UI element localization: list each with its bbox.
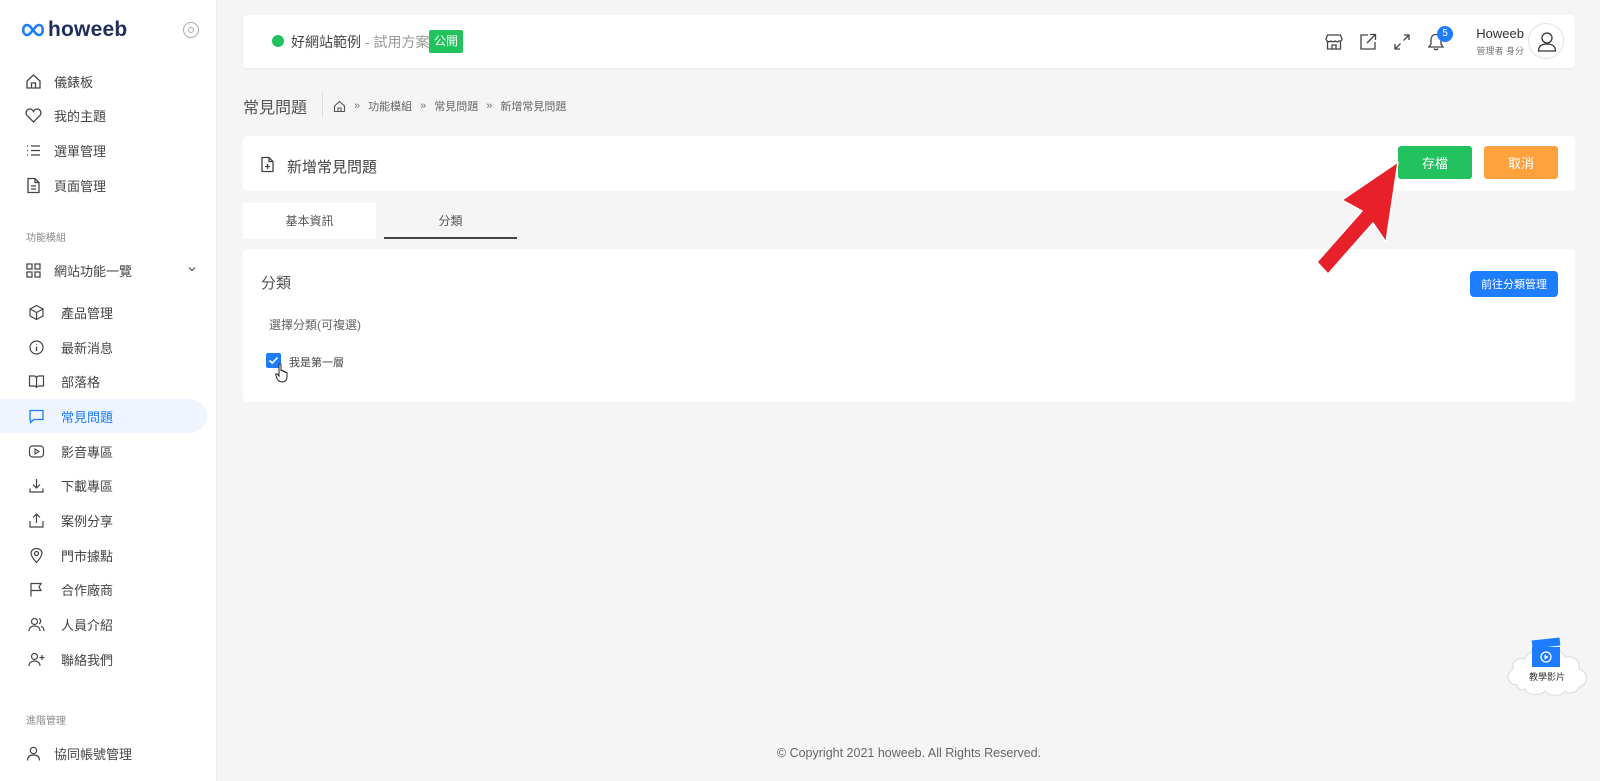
cloud-video-icon [1507, 637, 1588, 697]
home-icon [26, 74, 41, 89]
external-link-icon[interactable] [1358, 32, 1378, 52]
site-name-text: 好網站範例 [291, 34, 361, 50]
sidebar-item-label: 聯絡我們 [61, 652, 114, 668]
sidebar-item-label: 產品管理 [61, 305, 114, 321]
sidebar-item-dashboard[interactable]: 儀錶板 [0, 64, 207, 98]
brand-logo[interactable]: howeeb [21, 18, 127, 42]
sidebar-collapse-button[interactable] [183, 22, 199, 38]
sidebar-item-faq[interactable]: 常見問題 [0, 399, 207, 433]
category-select-label: 選擇分類(可複選) [269, 318, 361, 332]
section-title-advanced: 進階管理 [26, 716, 66, 727]
sidebar-item-label: 合作廠商 [61, 582, 114, 598]
goto-category-management-button[interactable]: 前往分類管理 [1470, 271, 1558, 297]
category-title: 分類 [261, 275, 292, 292]
sidebar-item-news[interactable]: 最新消息 [0, 330, 207, 364]
users-icon [28, 617, 45, 632]
sidebar-item-label: 常見問題 [61, 409, 114, 425]
sidebar-item-label: 案例分享 [61, 513, 114, 529]
sidebar-item-downloads[interactable]: 下載專區 [0, 468, 207, 502]
info-icon [29, 340, 44, 355]
avatar[interactable] [1528, 23, 1564, 59]
red-arrow-annotation-icon [1316, 161, 1399, 275]
breadcrumb-separator: » [420, 100, 427, 112]
user-role: 管理者 身分 [1476, 46, 1524, 56]
top-bar: 好網站範例 - 試用方案 公開 5 Howeeb 管理者 身分 [243, 15, 1575, 68]
sidebar-item-label: 選單管理 [54, 143, 107, 159]
brand-name: howeeb [48, 18, 128, 41]
user-icon [26, 746, 41, 761]
sidebar-item-cases[interactable]: 案例分享 [0, 503, 207, 537]
footer-copyright: © Copyright 2021 howeeb. All Rights Rese… [776, 746, 1042, 760]
site-plan-text: - 試用方案 [361, 34, 430, 50]
sidebar-item-collaborators[interactable]: 協同帳號管理 [0, 736, 207, 770]
sidebar-item-label: 儀錶板 [54, 74, 94, 90]
user-name: Howeeb [1476, 26, 1524, 41]
video-icon [28, 445, 45, 458]
fullscreen-icon[interactable] [1392, 32, 1412, 52]
sidebar-item-menus[interactable]: 選單管理 [0, 133, 207, 167]
sidebar-item-label: 門市據點 [61, 548, 114, 564]
sidebar-item-label: 協同帳號管理 [54, 746, 133, 762]
sidebar-item-videos[interactable]: 影音專區 [0, 434, 207, 468]
breadcrumb-item-modules[interactable]: 功能模組 [368, 98, 412, 114]
breadcrumb-separator: » [486, 100, 493, 112]
store-icon[interactable] [1324, 32, 1344, 52]
sidebar: howeeb 儀錶板 我的主題 選單管理 頁面管理 功能模組 網站功能一覽 產品… [0, 0, 217, 781]
book-icon [28, 375, 45, 389]
public-status-badge: 公開 [429, 30, 464, 53]
breadcrumb-separator: » [354, 100, 361, 112]
infinity-logo-icon [21, 23, 45, 37]
tab-basic-info[interactable]: 基本資訊 [243, 203, 376, 239]
sidebar-item-contact[interactable]: 聯絡我們 [0, 642, 207, 676]
sidebar-item-label: 頁面管理 [54, 178, 107, 194]
section-title-modules: 功能模組 [26, 233, 66, 244]
sidebar-group-features[interactable]: 網站功能一覽 [0, 253, 207, 287]
tutorial-video-label: 教學影片 [1528, 672, 1565, 682]
sidebar-item-products[interactable]: 產品管理 [0, 295, 207, 329]
sidebar-item-label: 我的主題 [54, 108, 107, 124]
cancel-button[interactable]: 取消 [1484, 146, 1558, 179]
heart-icon [25, 108, 42, 123]
site-name: 好網站範例 - 試用方案 [291, 32, 429, 52]
hand-cursor-icon [275, 363, 288, 383]
home-icon[interactable] [333, 100, 346, 113]
grid-icon [26, 263, 41, 278]
tab-category[interactable]: 分類 [384, 203, 517, 239]
file-plus-icon [261, 156, 274, 173]
category-option-label[interactable]: 我是第一層 [289, 354, 344, 370]
breadcrumb-divider [322, 91, 323, 118]
tutorial-video-widget[interactable] [1503, 633, 1591, 703]
file-icon [27, 177, 40, 194]
page-title: 常見問題 [243, 100, 308, 117]
sidebar-item-label: 影音專區 [61, 444, 114, 460]
download-icon [29, 479, 44, 493]
breadcrumb: » 功能模組 » 常見問題 » 新增常見問題 [333, 98, 566, 114]
sidebar-item-team[interactable]: 人員介紹 [0, 607, 207, 641]
flag-icon [30, 582, 43, 597]
sidebar-group-label: 網站功能一覽 [54, 263, 133, 279]
sidebar-item-themes[interactable]: 我的主題 [0, 98, 207, 132]
sidebar-item-blog[interactable]: 部落格 [0, 364, 207, 398]
sidebar-item-pages[interactable]: 頁面管理 [0, 168, 207, 202]
breadcrumb-item-faq[interactable]: 常見問題 [434, 98, 478, 114]
box-icon [29, 304, 44, 321]
notification-count-badge: 5 [1437, 26, 1453, 42]
chevron-down-icon [188, 267, 196, 272]
sidebar-item-label: 部落格 [61, 374, 101, 390]
sidebar-item-label: 人員介紹 [61, 617, 114, 633]
user-avatar-icon [1537, 32, 1557, 52]
share-icon [29, 513, 44, 528]
sidebar-item-partners[interactable]: 合作廠商 [0, 572, 207, 606]
list-icon [27, 145, 40, 156]
sidebar-item-label: 下載專區 [61, 478, 114, 494]
sidebar-item-label: 最新消息 [61, 340, 114, 356]
user-plus-icon [28, 652, 45, 667]
site-status-dot [272, 35, 284, 47]
chat-icon [29, 409, 44, 424]
form-title: 新增常見問題 [287, 159, 378, 176]
breadcrumb-item-current: 新增常見問題 [500, 101, 567, 113]
sidebar-item-stores[interactable]: 門市據點 [0, 538, 207, 572]
map-pin-icon [30, 547, 43, 564]
